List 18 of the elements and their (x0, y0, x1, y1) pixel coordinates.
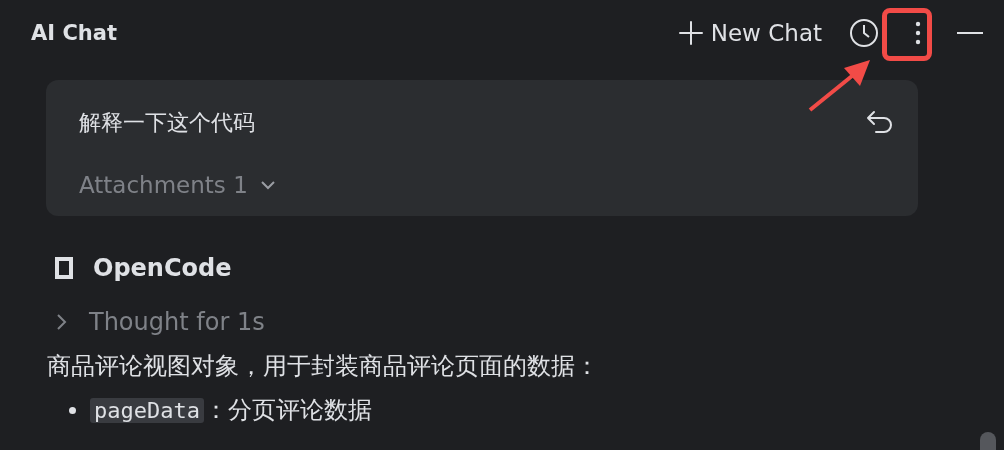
attachments-toggle[interactable]: Attachments 1 (79, 172, 276, 198)
minimize-icon (956, 31, 984, 35)
response-paragraph: 商品评论视图对象，用于封装商品评论页面的数据： (47, 351, 600, 382)
kebab-menu-icon (915, 21, 921, 45)
panel-title: AI Chat (31, 21, 118, 45)
clock-icon (849, 18, 879, 48)
undo-icon[interactable] (866, 110, 894, 136)
chevron-down-icon (259, 180, 276, 190)
bullet-text: ：分页评论数据 (203, 395, 372, 426)
new-chat-button[interactable]: New Chat (678, 20, 822, 46)
plus-icon (678, 21, 703, 45)
bullet-icon (69, 406, 76, 414)
chevron-right-icon (55, 313, 69, 331)
prompt-text: 解释一下这个代码 (79, 109, 255, 137)
thought-toggle[interactable]: Thought for 1s (55, 308, 265, 336)
agent-icon (55, 257, 73, 279)
inline-code: pageData (90, 397, 204, 423)
agent-name: OpenCode (93, 254, 232, 282)
